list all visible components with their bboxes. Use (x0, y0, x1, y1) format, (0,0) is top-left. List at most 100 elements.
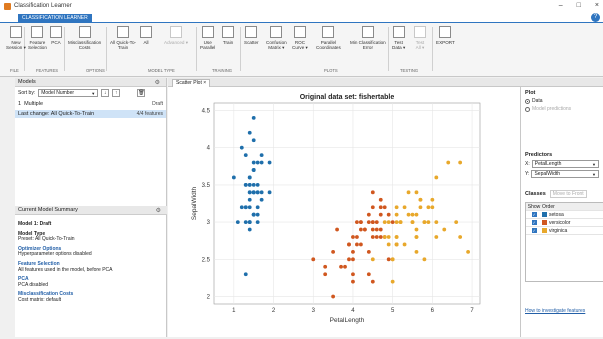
data-point-virginica (386, 235, 391, 239)
data-point-versicolor (351, 235, 355, 239)
summary-settings-icon[interactable]: ⚙ (156, 207, 161, 214)
all-button[interactable]: All (140, 26, 152, 45)
data-point-virginica (394, 212, 399, 217)
model-last-change: Last change: All Quick-To-Train (18, 111, 95, 117)
ribbon-separator (106, 27, 107, 71)
y-axis-label: SepalWidth (191, 187, 198, 221)
radio-data[interactable]: Data (525, 98, 599, 104)
test-data-button[interactable]: Test Data ▾ (392, 26, 405, 50)
tab-classification-learner[interactable]: CLASSIFICATION LEARNER (18, 14, 92, 23)
predictor-x-select[interactable]: PetalLength (531, 160, 599, 168)
data-point-versicolor (331, 294, 336, 299)
maximize-button[interactable]: □ (577, 2, 581, 9)
model-number: 1 (18, 101, 22, 107)
data-point-virginica (390, 257, 395, 262)
scatter-button[interactable]: Scatter (244, 26, 259, 45)
scatter-label: Scatter (244, 40, 259, 45)
data-point-versicolor (358, 220, 363, 225)
section-label-model-type: MODEL TYPE (148, 68, 175, 73)
data-point-versicolor (362, 227, 367, 232)
sort-select[interactable]: Model Number (38, 88, 99, 97)
radio-model-predictions[interactable]: Model predictions (525, 106, 599, 112)
data-point-setosa (251, 115, 256, 120)
data-point-setosa (251, 182, 256, 187)
radio-model-predictions-dot[interactable] (525, 106, 530, 112)
versicolor-swatch (542, 220, 547, 225)
misclassification-costs-button[interactable]: Misclassification Costs (68, 26, 101, 50)
close-button[interactable]: × (595, 2, 599, 9)
confusion-matrix-button[interactable]: Confusion Matrix ▾ (266, 26, 287, 50)
data-point-setosa (259, 160, 264, 165)
feature-selection-button[interactable]: Feature Selection (28, 26, 47, 50)
window-controls: – □ × (559, 2, 599, 9)
model-row[interactable]: 1 Multiple Draft (15, 100, 166, 108)
data-point-virginica (394, 205, 399, 210)
data-point-virginica (418, 205, 423, 210)
data-point-versicolor (339, 264, 343, 269)
advanced-button[interactable]: Advanced ▾ (164, 26, 188, 45)
export-button[interactable]: EXPORT (436, 26, 455, 45)
investigate-features-link[interactable]: How to investigate features (525, 308, 585, 314)
model-summary-panel: Current Model Summary ⚙ Model 1: Draft M… (15, 206, 167, 307)
data-point-versicolor (366, 249, 371, 254)
delete-model-icon[interactable]: 🗑 (137, 88, 146, 97)
classes-table: Show Order ✓ setosa ✓ versicolor ✓ virgi… (525, 202, 603, 282)
class-row-versicolor[interactable]: ✓ versicolor (526, 219, 603, 227)
models-panel-settings-icon[interactable]: ⚙ (155, 79, 160, 86)
data-point-setosa (243, 272, 248, 277)
parallel-coordinates-label: Coordinates (316, 45, 341, 50)
data-point-versicolor (358, 242, 363, 247)
data-point-versicolor (370, 220, 375, 225)
data-point-versicolor (323, 272, 328, 277)
virginica-checkbox[interactable]: ✓ (531, 228, 537, 233)
setosa-checkbox[interactable]: ✓ (531, 212, 537, 217)
move-to-front-button[interactable]: Move to Front (549, 190, 587, 198)
predictor-y-row: Y: SepalWidth (525, 170, 599, 178)
confusion-matrix-label: Matrix ▾ (268, 45, 285, 50)
data-point-versicolor (386, 257, 391, 262)
test-all-button[interactable]: Test All ▾ (414, 26, 426, 50)
data-point-versicolor (335, 227, 339, 232)
minimize-button[interactable]: – (559, 2, 563, 9)
document-tabstrip: Scatter Plot × (168, 78, 603, 87)
versicolor-checkbox[interactable]: ✓ (531, 220, 537, 225)
data-point-virginica (394, 235, 399, 239)
min-classification-error-button[interactable]: Min Classification Error (350, 26, 386, 50)
models-header: Models ⚙ (15, 78, 166, 87)
tab-scatter-plot[interactable]: Scatter Plot × (172, 79, 211, 87)
models-panel: Models ⚙ Sort by: Model Number ↓ ↑ 🗑 1 M… (15, 78, 167, 337)
feature-selection-icon (31, 26, 44, 38)
class-row-virginica[interactable]: ✓ virginica (526, 227, 603, 235)
data-point-versicolor (347, 257, 351, 262)
model-row-details[interactable]: Last change: All Quick-To-Train 4/4 feat… (15, 110, 166, 118)
all-quick-to-train-button[interactable]: All Quick-To- Train (110, 26, 136, 50)
help-icon[interactable]: ? (591, 13, 600, 22)
data-point-virginica (406, 212, 411, 217)
setosa-swatch (542, 212, 547, 217)
data-point-setosa (255, 160, 260, 165)
sort-up-icon[interactable]: ↑ (112, 88, 121, 97)
summary-optimizer-value: Hyperparameter options disabled (18, 251, 92, 258)
predictor-y-select[interactable]: SepalWidth (531, 170, 599, 178)
radio-data-dot[interactable] (525, 98, 530, 104)
data-point-versicolor (382, 205, 387, 210)
use-parallel-button[interactable]: Use Parallel (200, 26, 215, 50)
sort-down-icon[interactable]: ↓ (101, 88, 110, 97)
roc-curve-button[interactable]: ROC Curve ▾ (292, 26, 308, 50)
radio-data-label: Data (532, 98, 543, 104)
class-row-setosa[interactable]: ✓ setosa (526, 211, 603, 219)
confusion-matrix-icon (270, 26, 283, 38)
data-point-setosa (255, 190, 260, 195)
data-point-virginica (422, 257, 427, 262)
new-session-button[interactable]: New Session ▾ (6, 26, 26, 50)
x-tick-label: 3 (312, 308, 316, 314)
train-button[interactable]: Train (222, 26, 234, 45)
window-title: Classification Learner (14, 3, 72, 9)
data-point-virginica (434, 175, 439, 180)
parallel-coordinates-button[interactable]: Parallel Coordinates (316, 26, 341, 50)
data-point-virginica (422, 220, 427, 225)
section-label-features: FEATURES (36, 68, 59, 73)
pca-button[interactable]: PCA (50, 26, 62, 45)
data-point-virginica (406, 190, 411, 195)
versicolor-label: versicolor (549, 219, 571, 226)
